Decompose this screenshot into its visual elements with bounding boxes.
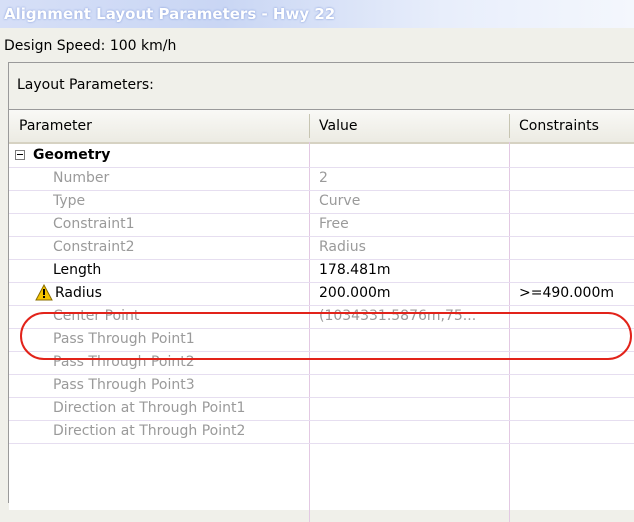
column-header-constraints[interactable]: Constraints (509, 110, 634, 142)
parameter-value: Free (319, 216, 349, 232)
parameters-grid: Parameter Value Constraints Geometry Num… (9, 109, 634, 522)
parameter-value (319, 397, 507, 420)
parameter-value: Radius (319, 239, 366, 255)
parameter-constraint (519, 213, 634, 236)
window-title: Alignment Layout Parameters - Hwy 22 (0, 0, 634, 28)
parameter-name: Direction at Through Point2 (53, 423, 246, 439)
grid-header: Parameter Value Constraints (9, 110, 634, 144)
parameter-constraint (519, 351, 634, 374)
parameter-name: Type (53, 193, 86, 209)
design-speed-label: Design Speed: 100 km/h (4, 38, 177, 54)
parameter-name: Pass Through Point1 (53, 331, 195, 347)
minus-box-icon[interactable] (15, 150, 25, 160)
table-row[interactable]: Pass Through Point2 (9, 351, 634, 375)
parameter-name: Radius (55, 285, 102, 301)
parameter-value: 200.000m (319, 285, 391, 301)
parameter-constraint (519, 328, 634, 351)
column-header-value[interactable]: Value (309, 110, 509, 142)
parameter-constraint (519, 167, 634, 190)
table-row[interactable]: Type Curve (9, 190, 634, 214)
parameter-name: Pass Through Point2 (53, 354, 195, 370)
parameter-value: (1034331.5876m,75... (319, 308, 477, 324)
parameter-name: Constraint2 (53, 239, 135, 255)
table-row[interactable]: Constraint2 Radius (9, 236, 634, 260)
parameter-constraint (519, 190, 634, 213)
parameter-constraint (519, 305, 634, 328)
table-row[interactable]: Direction at Through Point1 (9, 397, 634, 421)
parameter-name: Number (53, 170, 110, 186)
parameter-name: Center Point (53, 308, 140, 324)
table-row[interactable]: Number 2 (9, 167, 634, 191)
warning-triangle-icon (35, 284, 53, 301)
table-row-radius-warning[interactable]: Radius 200.000m >=490.000m (9, 282, 634, 306)
layout-parameters-panel: Layout Parameters: Parameter Value Const… (8, 62, 634, 522)
table-row[interactable]: Direction at Through Point2 (9, 420, 634, 444)
table-row[interactable]: Center Point (1034331.5876m,75... (9, 305, 634, 329)
table-row[interactable]: Constraint1 Free (9, 213, 634, 237)
parameter-value: 178.481m (319, 262, 391, 278)
parameter-constraint (519, 236, 634, 259)
column-header-parameter[interactable]: Parameter (9, 110, 309, 142)
parameter-constraint (519, 374, 634, 397)
panel-title: Layout Parameters: (17, 77, 154, 93)
group-label: Geometry (33, 147, 111, 163)
parameter-constraint (519, 397, 634, 420)
parameter-name: Pass Through Point3 (53, 377, 195, 393)
table-row[interactable]: Length 178.481m (9, 259, 634, 283)
table-row[interactable]: Pass Through Point1 (9, 328, 634, 352)
parameter-value: 2 (319, 170, 328, 186)
parameter-value: Curve (319, 193, 361, 209)
parameter-name: Direction at Through Point1 (53, 400, 246, 416)
parameter-value (319, 351, 507, 374)
parameter-name: Length (53, 262, 102, 278)
parameter-constraint (519, 420, 634, 443)
parameter-constraint: >=490.000m (519, 285, 614, 301)
table-row[interactable]: Pass Through Point3 (9, 374, 634, 398)
parameter-value (319, 420, 507, 443)
parameter-value (319, 328, 507, 351)
parameter-constraint (519, 259, 634, 282)
parameter-name: Constraint1 (53, 216, 135, 232)
parameter-value (319, 374, 507, 397)
group-row-geometry[interactable]: Geometry (9, 144, 634, 168)
